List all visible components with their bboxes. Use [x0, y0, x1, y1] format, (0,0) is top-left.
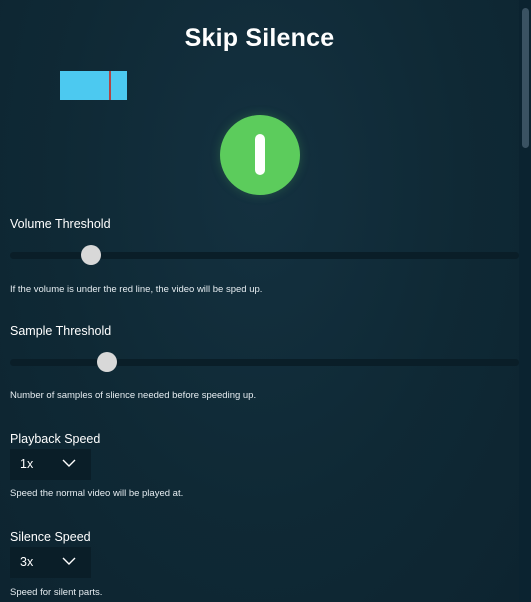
volume-threshold-slider[interactable]: [10, 245, 519, 265]
sample-threshold-label: Sample Threshold: [10, 324, 112, 338]
volume-threshold-label: Volume Threshold: [10, 217, 111, 231]
silence-speed-help: Speed for silent parts.: [10, 587, 103, 598]
playback-speed-select[interactable]: 1x: [10, 449, 91, 480]
playback-speed-help: Speed the normal video will be played at…: [10, 488, 184, 499]
enable-toggle-button[interactable]: [220, 115, 300, 195]
chevron-down-icon: [62, 557, 76, 565]
sample-threshold-slider[interactable]: [10, 352, 519, 372]
page-title: Skip Silence: [184, 24, 335, 52]
popup-panel: Skip Silence Volume Threshold If the vol…: [0, 0, 531, 602]
silence-speed-value: 3x: [20, 555, 34, 569]
scrollbar[interactable]: [519, 0, 531, 602]
playback-speed-value: 1x: [20, 457, 34, 471]
threshold-line: [108, 71, 111, 100]
silence-speed-label: Silence Speed: [10, 530, 91, 544]
slider-track: [10, 359, 519, 366]
playback-speed-label: Playback Speed: [10, 432, 101, 446]
slider-thumb[interactable]: [81, 245, 102, 265]
chevron-down-icon: [62, 459, 76, 467]
power-icon: [255, 134, 265, 175]
volume-meter: [60, 71, 127, 100]
sample-threshold-help: Number of samples of slience needed befo…: [10, 390, 257, 401]
slider-thumb[interactable]: [96, 352, 117, 372]
silence-speed-select[interactable]: 3x: [10, 547, 91, 578]
volume-threshold-help: If the volume is under the red line, the…: [10, 284, 263, 295]
scrollbar-thumb[interactable]: [522, 8, 529, 148]
